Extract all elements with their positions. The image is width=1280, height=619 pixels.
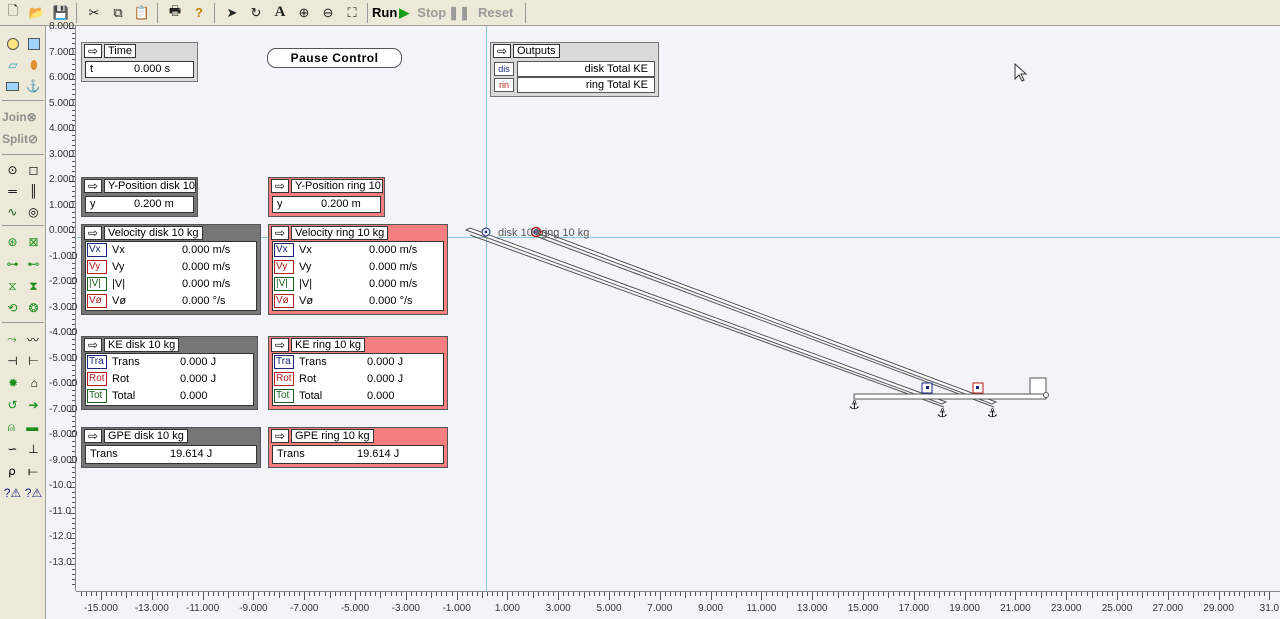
ring-label: ring 10 kg bbox=[541, 227, 590, 239]
floor-bar[interactable] bbox=[853, 393, 1047, 400]
end-point[interactable] bbox=[1043, 392, 1049, 398]
mouse-cursor-icon bbox=[1014, 63, 1028, 82]
anchor-icon[interactable]: ⚓ bbox=[937, 406, 948, 420]
disk-center bbox=[484, 230, 488, 234]
disk-ramp[interactable] bbox=[464, 227, 948, 405]
disk-ramp-edge bbox=[469, 234, 945, 408]
ring-marker-dot bbox=[976, 386, 979, 389]
simulation-scene[interactable]: ⚓ ⚓ ⚓ bbox=[0, 0, 1280, 619]
anchor-icon[interactable]: ⚓ bbox=[987, 406, 998, 420]
anchor-icon[interactable]: ⚓ bbox=[849, 398, 860, 412]
ring-ramp[interactable] bbox=[532, 229, 998, 405]
end-block[interactable] bbox=[1029, 377, 1047, 395]
disk-marker-dot bbox=[926, 386, 929, 389]
ring-ramp-edge bbox=[537, 236, 995, 408]
